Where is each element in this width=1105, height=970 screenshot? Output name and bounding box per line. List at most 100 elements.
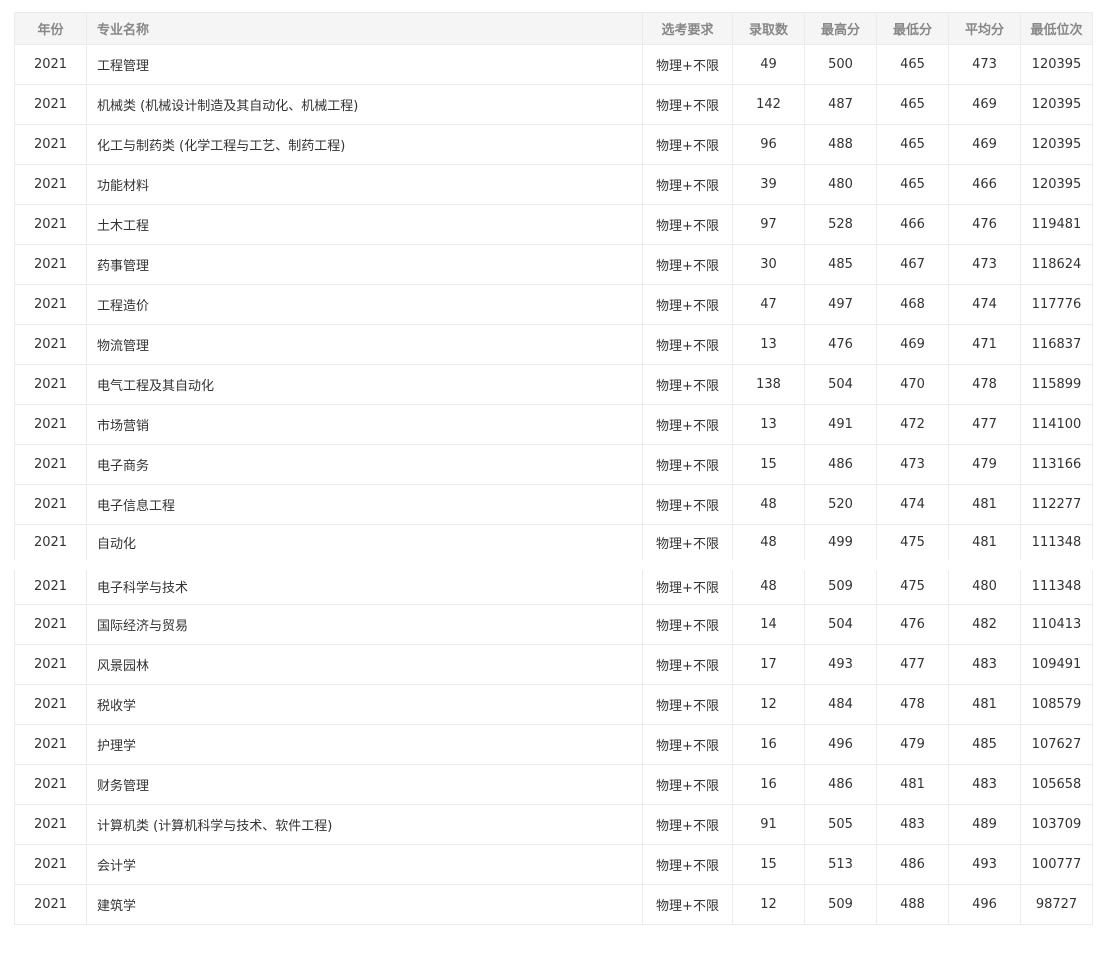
cell-major-name: 电子科学与技术 (86, 559, 643, 605)
table-row: 2021 会计学 物理+不限 15 513 486 493 100777 (14, 844, 1093, 885)
cell-min-score: 469 (876, 324, 949, 365)
cell-year: 2021 (14, 84, 87, 125)
admission-score-table: 年份 专业名称 选考要求 录取数 最高分 最低分 平均分 最低位次 2021 工程… (14, 12, 1093, 925)
cell-max-score: 488 (804, 124, 877, 165)
cell-major-name: 建筑学 (86, 884, 643, 925)
cell-subject-requirement: 物理+不限 (642, 84, 733, 125)
cell-year: 2021 (14, 484, 87, 525)
cell-subject-requirement: 物理+不限 (642, 284, 733, 325)
cell-min-score: 473 (876, 444, 949, 485)
cell-min-score: 465 (876, 124, 949, 165)
cell-admitted-count: 39 (732, 164, 805, 205)
cell-major-name: 自动化 (86, 524, 643, 565)
cell-major-name: 物流管理 (86, 324, 643, 365)
cell-min-score: 478 (876, 684, 949, 725)
cell-year: 2021 (14, 364, 87, 405)
cell-year: 2021 (14, 404, 87, 445)
cell-avg-score: 482 (948, 604, 1021, 645)
cell-min-score: 465 (876, 84, 949, 125)
cell-subject-requirement: 物理+不限 (642, 44, 733, 85)
cell-avg-score: 493 (948, 844, 1021, 885)
cell-avg-score: 480 (948, 559, 1021, 605)
cell-subject-requirement: 物理+不限 (642, 724, 733, 765)
cell-min-rank: 100777 (1020, 844, 1093, 885)
cell-min-score: 488 (876, 884, 949, 925)
cell-subject-requirement: 物理+不限 (642, 404, 733, 445)
cell-admitted-count: 30 (732, 244, 805, 285)
cell-max-score: 480 (804, 164, 877, 205)
table-body: 2021 工程管理 物理+不限 49 500 465 473 120395 2021 机械类 (机… (14, 44, 1093, 925)
table-row: 2021 工程管理 物理+不限 49 500 465 473 120395 (14, 44, 1093, 85)
cell-min-rank: 120395 (1020, 164, 1093, 205)
cell-avg-score: 477 (948, 404, 1021, 445)
cell-admitted-count: 48 (732, 559, 805, 605)
cell-avg-score: 471 (948, 324, 1021, 365)
cell-min-rank: 98727 (1020, 884, 1093, 925)
cell-max-score: 500 (804, 44, 877, 85)
cell-major-name: 财务管理 (86, 764, 643, 805)
cell-major-name: 电气工程及其自动化 (86, 364, 643, 405)
cell-year: 2021 (14, 604, 87, 645)
cell-major-name: 化工与制药类 (化学工程与工艺、制药工程) (86, 124, 643, 165)
cell-max-score: 499 (804, 524, 877, 565)
cell-avg-score: 473 (948, 244, 1021, 285)
cell-min-score: 467 (876, 244, 949, 285)
cell-year: 2021 (14, 884, 87, 925)
cell-year: 2021 (14, 124, 87, 165)
header-avg-score: 平均分 (948, 12, 1021, 45)
cell-major-name: 机械类 (机械设计制造及其自动化、机械工程) (86, 84, 643, 125)
cell-min-rank: 108579 (1020, 684, 1093, 725)
cell-avg-score: 474 (948, 284, 1021, 325)
cell-subject-requirement: 物理+不限 (642, 204, 733, 245)
cell-min-score: 472 (876, 404, 949, 445)
cell-max-score: 493 (804, 644, 877, 685)
cell-min-score: 481 (876, 764, 949, 805)
header-row: 年份 专业名称 选考要求 录取数 最高分 最低分 平均分 最低位次 (14, 12, 1093, 45)
cell-avg-score: 473 (948, 44, 1021, 85)
header-min-score: 最低分 (876, 12, 949, 45)
cell-min-score: 486 (876, 844, 949, 885)
cell-avg-score: 485 (948, 724, 1021, 765)
cell-subject-requirement: 物理+不限 (642, 324, 733, 365)
cell-max-score: 476 (804, 324, 877, 365)
cell-major-name: 功能材料 (86, 164, 643, 205)
cell-max-score: 505 (804, 804, 877, 845)
cell-subject-requirement: 物理+不限 (642, 844, 733, 885)
cell-subject-requirement: 物理+不限 (642, 644, 733, 685)
cell-subject-requirement: 物理+不限 (642, 244, 733, 285)
cell-subject-requirement: 物理+不限 (642, 604, 733, 645)
cell-min-rank: 115899 (1020, 364, 1093, 405)
table-header: 年份 专业名称 选考要求 录取数 最高分 最低分 平均分 最低位次 (14, 12, 1093, 45)
cell-min-score: 483 (876, 804, 949, 845)
cell-min-rank: 107627 (1020, 724, 1093, 765)
cell-avg-score: 476 (948, 204, 1021, 245)
cell-year: 2021 (14, 684, 87, 725)
cell-major-name: 计算机类 (计算机科学与技术、软件工程) (86, 804, 643, 845)
cell-min-rank: 111348 (1020, 524, 1093, 565)
cell-admitted-count: 15 (732, 844, 805, 885)
table-row: 2021 电子信息工程 物理+不限 48 520 474 481 112277 (14, 484, 1093, 525)
cell-min-rank: 119481 (1020, 204, 1093, 245)
cell-subject-requirement: 物理+不限 (642, 804, 733, 845)
cell-major-name: 工程造价 (86, 284, 643, 325)
cell-major-name: 电子商务 (86, 444, 643, 485)
cell-major-name: 护理学 (86, 724, 643, 765)
table-row: 2021 物流管理 物理+不限 13 476 469 471 116837 (14, 324, 1093, 365)
cell-max-score: 497 (804, 284, 877, 325)
cell-min-rank: 111348 (1020, 559, 1093, 605)
cell-max-score: 485 (804, 244, 877, 285)
table-row: 2021 自动化 物理+不限 48 499 475 481 111348 (14, 524, 1093, 565)
cell-max-score: 486 (804, 444, 877, 485)
cell-avg-score: 496 (948, 884, 1021, 925)
table-row: 2021 药事管理 物理+不限 30 485 467 473 118624 (14, 244, 1093, 285)
cell-year: 2021 (14, 524, 87, 565)
cell-admitted-count: 96 (732, 124, 805, 165)
table-row: 2021 电子商务 物理+不限 15 486 473 479 113166 (14, 444, 1093, 485)
cell-admitted-count: 14 (732, 604, 805, 645)
table-row: 2021 工程造价 物理+不限 47 497 468 474 117776 (14, 284, 1093, 325)
cell-year: 2021 (14, 559, 87, 605)
cell-min-rank: 118624 (1020, 244, 1093, 285)
cell-admitted-count: 48 (732, 484, 805, 525)
cell-min-score: 466 (876, 204, 949, 245)
cell-avg-score: 479 (948, 444, 1021, 485)
